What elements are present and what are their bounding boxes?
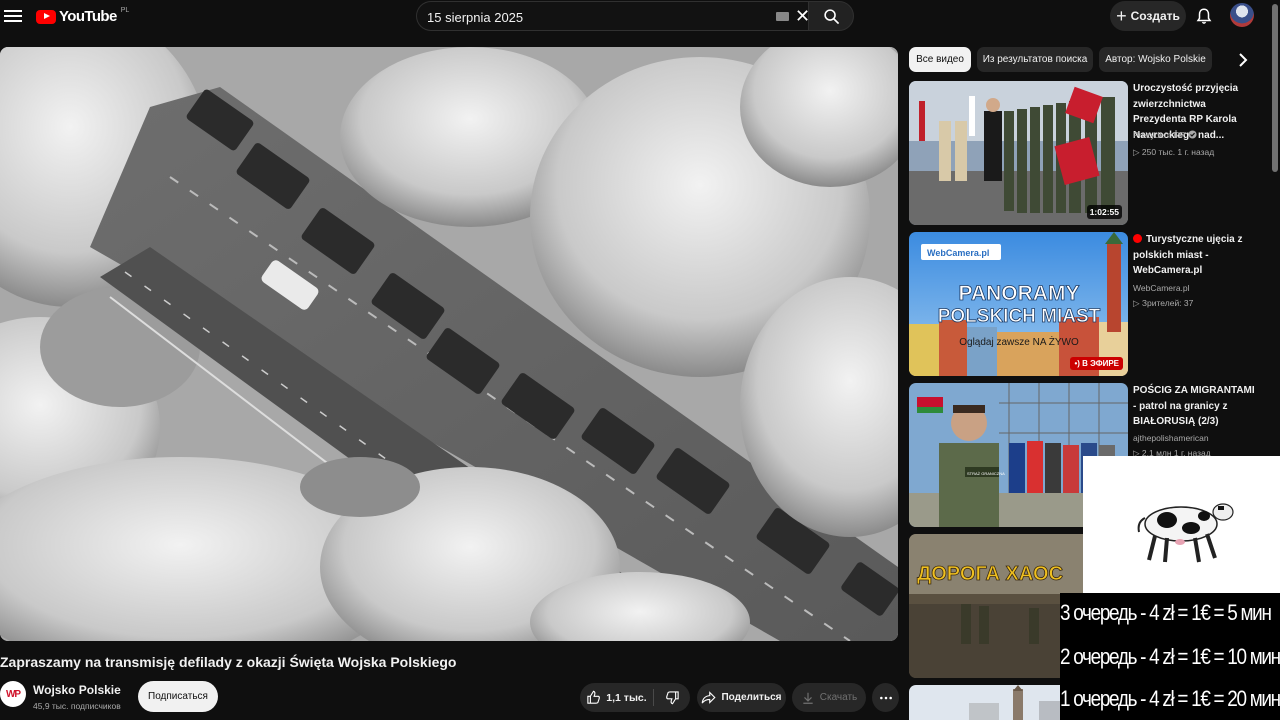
search-input[interactable] [427,8,767,26]
bell-icon[interactable] [1195,6,1213,26]
queue-line: 1 очередь - 4 zł = 1€ = 20 мин [1060,686,1280,711]
chip-from-search[interactable]: Из результатов поиска [977,47,1093,72]
live-dot-icon [1133,234,1142,243]
thumb-subline: Oglądaj zawsze NA ŻYWO [959,335,1079,348]
dislike-button[interactable] [654,683,690,712]
more-icon [879,696,892,699]
rec-channel[interactable]: Prezydent RP [1133,130,1197,140]
thumb-panoramy: WebCamera.pl PANORAMY POLSKICH MIAST Ogl… [909,232,1128,376]
queue-line: 2 очередь - 4 zł = 1€ = 10 мин [1060,644,1280,669]
thumb-brand: WebCamera.pl [927,248,989,258]
subscribe-button[interactable]: Подписаться [138,681,218,712]
keyboard-icon[interactable] [776,12,789,21]
video-player[interactable] [0,47,898,641]
subscriber-count: 45,9 тыс. подписчиков [33,701,121,711]
chip-author[interactable]: Автор: Wojsko Polskie [1099,47,1212,72]
like-icon [587,690,601,704]
rec-title[interactable]: POŚCIG ZA MIGRANTAMI - patrol na granicy… [1133,383,1258,430]
rec-title[interactable]: Turystyczne ujęcia z polskich miast - We… [1133,232,1258,279]
logo-text: YouTube [59,8,117,25]
video-title: Zapraszamy na transmisję defilady z okaz… [0,654,457,670]
chip-all-videos[interactable]: Все видео [909,47,971,72]
account-avatar[interactable] [1230,3,1254,27]
verified-icon [1188,130,1197,139]
rec-title-text: Turystyczne ujęcia z polskich miast - We… [1133,234,1243,276]
download-button[interactable]: Скачать [792,683,866,712]
rec-meta: ▷ 250 тыс. 1 г. назад [1133,147,1215,157]
thumb-line2: POLSKICH MIAST [938,306,1101,327]
video-duration: 1:02:55 [1086,205,1122,219]
channel-avatar-text: WP [5,688,21,700]
thumb-badge: STRAŻ GRANICZNA [967,471,1005,476]
download-label: Скачать [819,692,858,703]
rec-thumbnail[interactable]: 1:02:55 [909,81,1128,225]
thumb-ceremony [909,81,1128,225]
youtube-play-icon [36,9,56,24]
share-label: Поделиться [721,692,782,703]
scrollbar-thumb[interactable] [1272,4,1278,172]
search-box: ✕ [416,1,810,31]
thumb-text: ДОРОГА ХАОС [917,563,1063,585]
youtube-logo[interactable]: YouTube PL [36,7,130,25]
more-actions-button[interactable] [872,683,899,712]
like-button[interactable]: 1,1 тыс. [580,683,653,712]
rec-thumbnail[interactable]: WebCamera.pl PANORAMY POLSKICH MIAST Ogl… [909,232,1128,376]
thumb-line1: PANORAMY [959,282,1080,305]
create-button[interactable]: + Создать [1110,1,1186,31]
share-button[interactable]: Поделиться [697,683,786,712]
dislike-icon [665,691,679,705]
like-dislike-group: 1,1 тыс. [580,683,690,712]
search-icon [823,8,839,24]
share-icon [702,691,717,704]
channel-name[interactable]: Wojsko Polskie [33,683,121,697]
plus-icon: + [1116,6,1127,26]
create-label: Создать [1130,9,1180,23]
like-count: 1,1 тыс. [606,691,647,704]
rec-channel[interactable]: WebCamera.pl [1133,283,1190,293]
masthead: YouTube PL ✕ + Создать [0,0,1280,34]
dancing-cow-image [1137,503,1234,563]
menu-icon[interactable] [4,7,22,25]
channel-avatar[interactable]: WP [0,681,26,707]
video-frame-parade-aerial [0,47,898,641]
search-button[interactable] [808,1,854,31]
download-icon [803,692,813,704]
logo-region: PL [120,7,130,14]
rec-channel-name: Prezydent RP [1133,130,1186,140]
rec-channel[interactable]: ajthepolishamerican [1133,433,1209,443]
live-badge: •) В ЭФИРЕ [1070,357,1123,370]
queue-line: 3 очередь - 4 zł = 1€ = 5 мин [1060,600,1272,625]
chevron-right-icon [1239,52,1248,67]
rec-meta: ▷ Зрителей: 37 [1133,298,1194,308]
chips-next-button[interactable] [1231,47,1255,72]
stream-overlay-panel [1083,456,1280,593]
